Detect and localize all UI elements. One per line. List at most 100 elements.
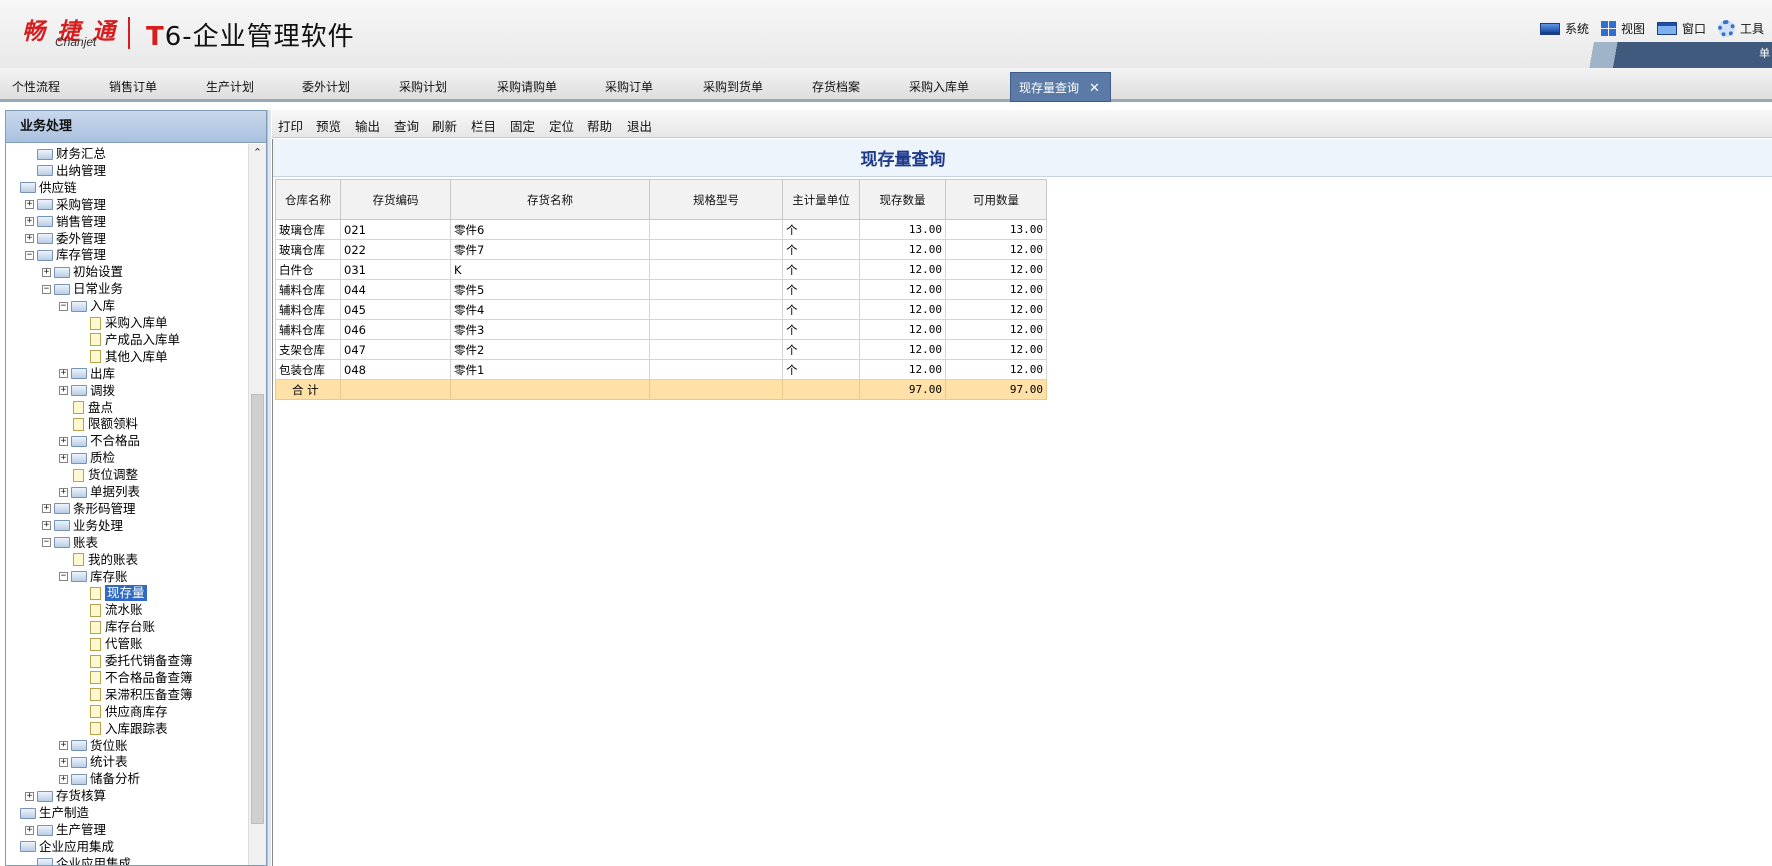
column-header-available[interactable]: 可用数量 [945, 179, 1047, 220]
tree-node[interactable]: + 销售管理 [25, 214, 106, 230]
tree-node[interactable]: + 不合格品 [59, 433, 140, 449]
query-button[interactable]: 查询 [394, 116, 419, 135]
expand-icon[interactable]: + [59, 386, 68, 396]
tree-node[interactable]: 入库跟踪表 [76, 721, 168, 737]
tree-node[interactable]: 呆滞积压备查簿 [76, 687, 193, 703]
tree-node[interactable]: 出纳管理 [25, 163, 106, 179]
expand-icon[interactable]: + [59, 741, 68, 750]
tree-node[interactable]: + 存货核算 [25, 788, 106, 804]
expand-icon[interactable]: + [59, 757, 68, 767]
tree-scrollbar[interactable]: ⌃ [248, 144, 266, 865]
column-header-warehouse[interactable]: 仓库名称 [275, 179, 341, 220]
menu-view[interactable]: 视图 [1600, 20, 1645, 37]
tree-node[interactable]: + 生产管理 [25, 822, 106, 838]
tree-node[interactable]: + 业务处理 [42, 518, 123, 534]
expand-icon[interactable]: + [25, 234, 34, 243]
tab-outsourcing-plan[interactable]: 委外计划 [302, 72, 350, 102]
scroll-up-icon[interactable]: ⌃ [249, 144, 266, 161]
menu-tools[interactable]: 工具 [1717, 20, 1764, 37]
panel-splitter[interactable] [267, 110, 271, 866]
tree-node[interactable]: − 账表 [42, 535, 98, 551]
column-header-unit[interactable]: 主计量单位 [782, 179, 860, 220]
table-row[interactable]: 玻璃仓库 021 零件6 个 13.00 13.00 [275, 219, 1047, 240]
tab-purchase-order[interactable]: 采购订单 [605, 72, 653, 102]
tree-node[interactable]: 采购入库单 [76, 315, 168, 331]
tree-node[interactable]: + 采购管理 [25, 197, 106, 213]
freeze-button[interactable]: 固定 [510, 116, 535, 135]
exit-button[interactable]: 退出 [627, 116, 652, 135]
table-row[interactable]: 支架仓库 047 零件2 个 12.00 12.00 [275, 339, 1047, 360]
tree-node[interactable]: + 单据列表 [59, 484, 140, 500]
tree-node[interactable]: − 日常业务 [42, 281, 123, 297]
tab-purchase-plan[interactable]: 采购计划 [399, 72, 447, 102]
expand-icon[interactable]: + [59, 487, 68, 497]
help-button[interactable]: 帮助 [587, 116, 612, 135]
tree-node[interactable]: 现存量 [76, 585, 147, 602]
expand-icon[interactable]: + [25, 200, 34, 210]
tree-node[interactable]: 委托代销备查簿 [76, 653, 193, 669]
tab-sales-order[interactable]: 销售订单 [109, 72, 157, 102]
column-header-item-code[interactable]: 存货编码 [340, 179, 451, 220]
tree-node[interactable]: − 入库 [59, 298, 115, 314]
expand-icon[interactable]: + [59, 453, 68, 463]
tree-node[interactable]: 库存台账 [76, 619, 155, 635]
collapse-icon[interactable]: − [25, 250, 34, 260]
tab-purchase-requisition[interactable]: 采购请购单 [497, 72, 557, 102]
tab-inventory-archive[interactable]: 存货档案 [812, 72, 860, 102]
expand-icon[interactable]: + [42, 504, 51, 514]
table-row[interactable]: 玻璃仓库 022 零件7 个 12.00 12.00 [275, 239, 1047, 260]
menu-window[interactable]: 窗口 [1656, 20, 1706, 37]
tree-node[interactable]: 其他入库单 [76, 349, 168, 365]
tree-node[interactable]: 供应链 [8, 180, 77, 196]
preview-button[interactable]: 预览 [316, 116, 341, 135]
tree-node[interactable]: 不合格品备查簿 [76, 670, 193, 686]
expand-icon[interactable]: + [59, 369, 68, 379]
expand-icon[interactable]: + [25, 825, 34, 835]
tree-node[interactable]: 盘点 [59, 400, 113, 416]
print-button[interactable]: 打印 [278, 116, 303, 135]
tree-node[interactable]: + 货位账 [59, 738, 128, 754]
tree-node[interactable]: 供应商库存 [76, 704, 168, 720]
locate-button[interactable]: 定位 [549, 116, 574, 135]
table-row[interactable]: 辅料仓库 046 零件3 个 12.00 12.00 [275, 319, 1047, 340]
collapse-icon[interactable]: − [42, 538, 51, 548]
menu-system[interactable]: 系统 [1539, 20, 1589, 37]
tree-node[interactable]: + 统计表 [59, 754, 128, 770]
tree-node[interactable]: − 库存账 [59, 569, 128, 585]
tab-stock-query[interactable]: 现存量查询 ✕ [1010, 72, 1111, 102]
tree-node[interactable]: 企业应用集成 [25, 856, 131, 865]
tree-node[interactable]: + 质检 [59, 450, 115, 466]
tree-node[interactable]: + 初始设置 [42, 264, 123, 280]
tree-node[interactable]: 货位调整 [59, 467, 138, 483]
table-row[interactable]: 包装仓库 048 零件1 个 12.00 12.00 [275, 359, 1047, 380]
tree-node[interactable]: − 库存管理 [25, 247, 106, 263]
collapse-icon[interactable]: − [59, 301, 68, 311]
expand-icon[interactable]: + [59, 774, 68, 784]
tree-node[interactable]: + 储备分析 [59, 771, 140, 787]
tree-node[interactable]: 代管账 [76, 636, 143, 652]
collapse-icon[interactable]: − [42, 284, 51, 294]
export-button[interactable]: 输出 [355, 116, 380, 135]
columns-button[interactable]: 栏目 [471, 116, 496, 135]
close-icon[interactable]: ✕ [1089, 81, 1100, 96]
tree-node[interactable]: + 出库 [59, 366, 115, 382]
tab-production-plan[interactable]: 生产计划 [206, 72, 254, 102]
tree-node[interactable]: 财务汇总 [25, 146, 106, 162]
tree-node[interactable]: 生产制造 [8, 805, 89, 821]
collapse-icon[interactable]: − [59, 572, 68, 581]
column-header-item-name[interactable]: 存货名称 [450, 179, 650, 220]
tree-node[interactable]: + 条形码管理 [42, 501, 136, 517]
tab-purchase-arrival[interactable]: 采购到货单 [703, 72, 763, 102]
tree-node[interactable]: 限额领料 [59, 416, 138, 432]
expand-icon[interactable]: + [25, 791, 34, 801]
refresh-button[interactable]: 刷新 [432, 116, 457, 135]
scrollbar-thumb[interactable] [251, 394, 264, 824]
tree-node[interactable]: + 委外管理 [25, 231, 106, 247]
tree-node[interactable]: 我的账表 [59, 552, 138, 568]
expand-icon[interactable]: + [42, 521, 51, 531]
table-row[interactable]: 辅料仓库 044 零件5 个 12.00 12.00 [275, 279, 1047, 300]
tab-purchase-receipt[interactable]: 采购入库单 [909, 72, 969, 102]
tree-node[interactable]: + 调拨 [59, 383, 115, 399]
table-row[interactable]: 辅料仓库 045 零件4 个 12.00 12.00 [275, 299, 1047, 320]
tree-node[interactable]: 流水账 [76, 602, 143, 618]
